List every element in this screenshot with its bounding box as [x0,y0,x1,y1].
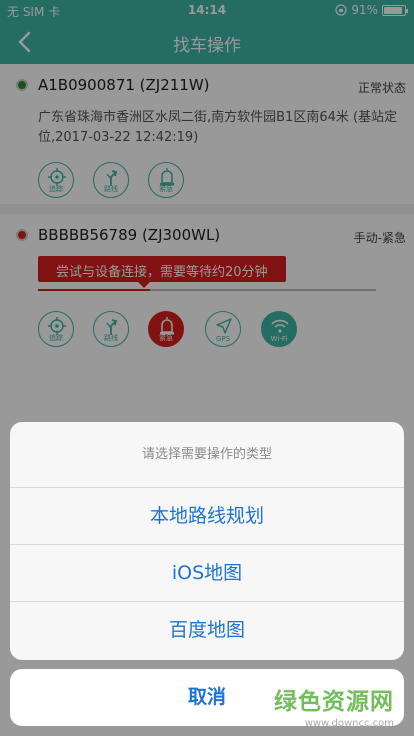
option-local-route[interactable]: 本地路线规划 [10,488,404,545]
action-sheet: 请选择需要操作的类型 本地路线规划 iOS地图 百度地图 [10,422,404,660]
watermark-url: www.downcc.com [304,718,394,729]
option-baidu-maps[interactable]: 百度地图 [10,602,404,659]
watermark-brand: 绿色资源网 [274,689,394,715]
action-sheet-title: 请选择需要操作的类型 [10,422,404,488]
option-ios-maps[interactable]: iOS地图 [10,545,404,602]
watermark: 绿色资源网 www.downcc.com [274,682,394,729]
